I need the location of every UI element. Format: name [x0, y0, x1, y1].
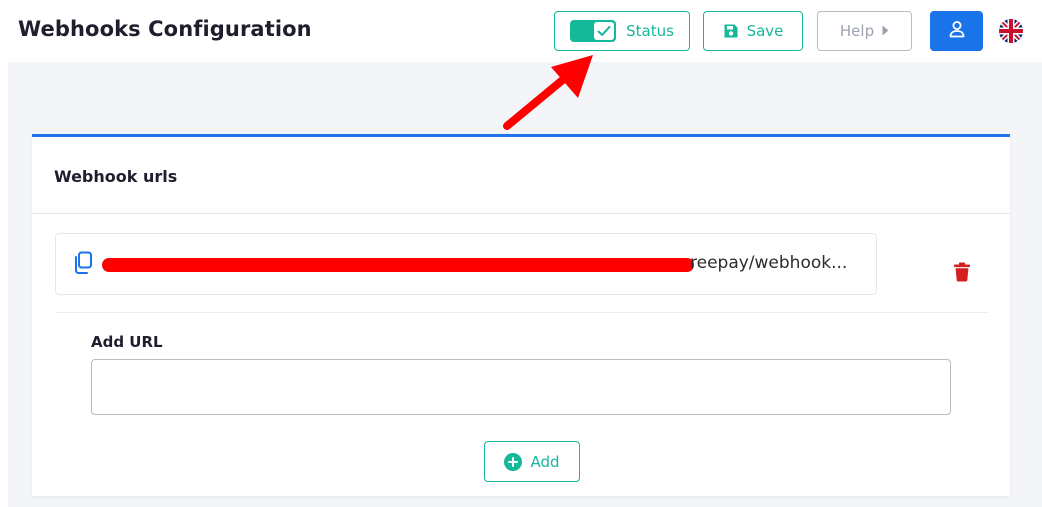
page-title: Webhooks Configuration	[18, 17, 312, 41]
copy-icon[interactable]	[72, 251, 94, 279]
webhook-urls-card: Webhook urls reepay/webhook... Add URL A…	[32, 134, 1010, 496]
card-divider	[32, 213, 1010, 214]
floppy-disk-icon	[723, 23, 739, 39]
annotation-arrow-icon	[503, 55, 593, 130]
save-label: Save	[746, 22, 784, 40]
help-button[interactable]: Help	[817, 11, 912, 51]
card-title: Webhook urls	[54, 167, 178, 186]
status-toggle[interactable]	[570, 20, 617, 42]
add-button[interactable]: Add	[484, 441, 580, 482]
help-label: Help	[839, 22, 875, 40]
toggle-check-icon	[594, 22, 615, 40]
status-button[interactable]: Status	[554, 11, 690, 51]
user-icon	[948, 20, 966, 42]
uk-flag-icon[interactable]	[999, 19, 1023, 43]
add-url-label: Add URL	[91, 333, 163, 351]
row-divider	[55, 312, 988, 313]
add-button-label: Add	[530, 452, 560, 471]
save-button[interactable]: Save	[703, 11, 803, 51]
caret-right-icon	[882, 22, 889, 40]
trash-icon[interactable]	[953, 262, 971, 286]
status-label: Status	[626, 22, 674, 40]
add-url-input[interactable]	[91, 359, 951, 415]
webhook-url-row: reepay/webhook...	[55, 233, 877, 295]
redaction-mark	[102, 258, 694, 272]
user-account-button[interactable]	[930, 11, 983, 51]
webhook-url-text: reepay/webhook...	[690, 253, 848, 273]
plus-circle-icon	[504, 452, 523, 471]
